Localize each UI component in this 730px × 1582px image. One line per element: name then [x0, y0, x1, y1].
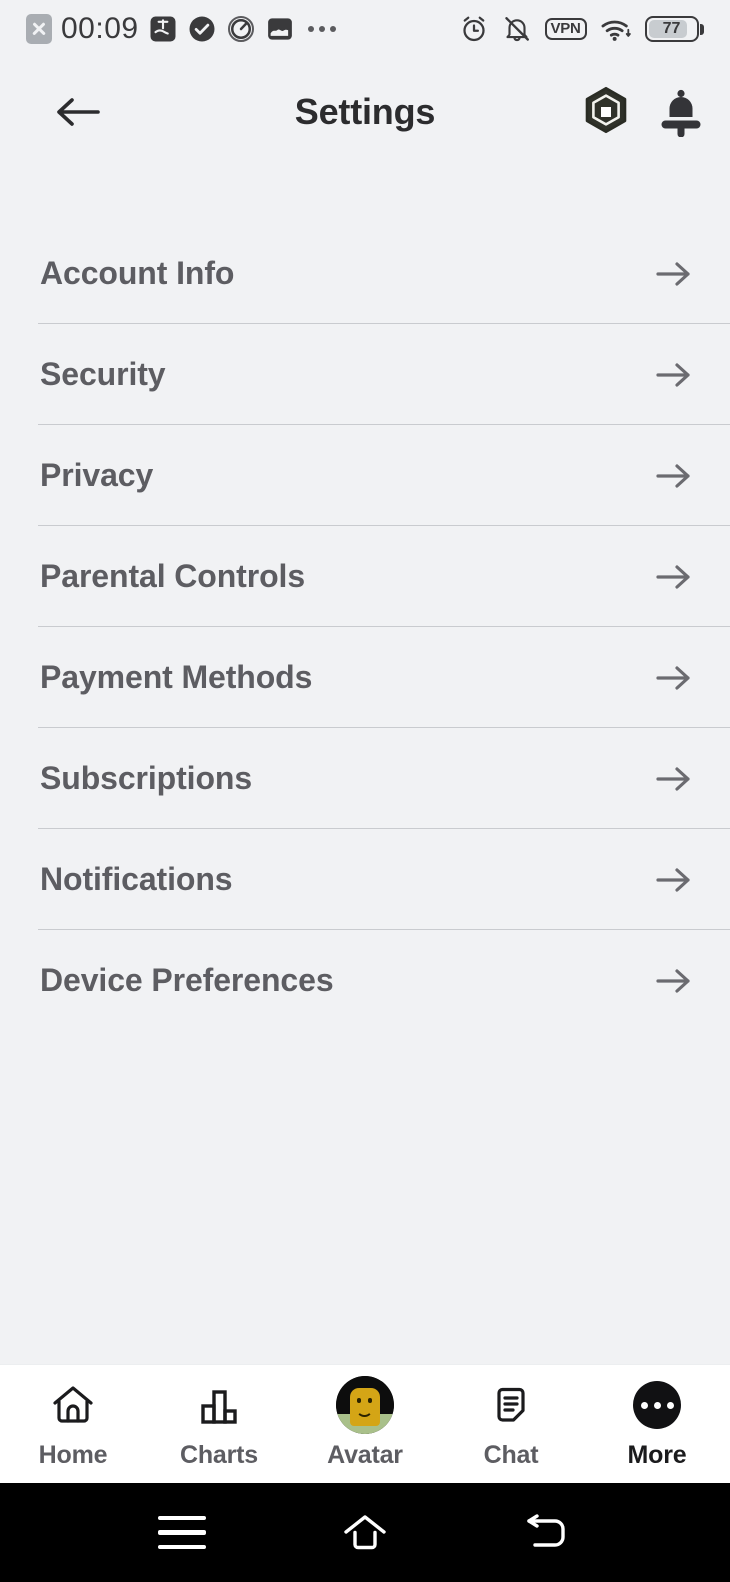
nav-item-more[interactable]: More [584, 1378, 730, 1470]
robux-button[interactable] [580, 86, 632, 138]
nav-item-label: More [627, 1441, 687, 1469]
nav-item-charts[interactable]: Charts [146, 1378, 292, 1470]
settings-row-label: Parental Controls [40, 558, 306, 594]
back-button[interactable] [50, 84, 106, 140]
bell-muted-icon [504, 17, 529, 42]
settings-row-label: Payment Methods [40, 659, 313, 695]
arrow-right-icon [656, 261, 690, 286]
android-system-nav [0, 1483, 730, 1582]
settings-row-privacy[interactable]: Privacy [0, 425, 730, 526]
vpn-badge: VPN [544, 18, 587, 40]
wifi-icon [601, 20, 631, 41]
sim-disabled-icon [26, 14, 52, 44]
settings-row-label: Account Info [40, 255, 235, 291]
bar-chart-icon [194, 1378, 244, 1432]
settings-row-label: Device Preferences [40, 962, 334, 998]
arrow-right-icon [656, 362, 690, 387]
header-actions [580, 86, 704, 138]
settings-row-security[interactable]: Security [0, 324, 730, 425]
avatar [336, 1376, 394, 1434]
more-dots-icon [633, 1378, 681, 1432]
robux-hexagon-icon [585, 86, 627, 134]
settings-row-label: Notifications [40, 861, 233, 897]
status-more-dots-icon [307, 26, 336, 32]
battery-icon: 77 [644, 16, 704, 42]
settings-list: Account Info Security Privacy Parental C… [0, 166, 730, 1364]
settings-row-notifications[interactable]: Notifications [0, 829, 730, 930]
photo-icon [267, 18, 292, 40]
home-outline-icon [344, 1514, 386, 1549]
avatar-icon [336, 1376, 394, 1434]
settings-row-account-info[interactable]: Account Info [0, 223, 730, 324]
nav-item-home[interactable]: Home [0, 1378, 146, 1470]
nav-item-label: Home [38, 1441, 108, 1469]
menu-icon [157, 1515, 206, 1550]
status-bar-left: 00:09 [26, 12, 336, 46]
arrow-right-icon [656, 665, 690, 690]
nav-item-label: Charts [180, 1441, 258, 1469]
arrow-right-icon [656, 463, 690, 488]
status-bar-time: 00:09 [61, 12, 139, 45]
bottom-navigation: Home Charts Avatar Chat More [0, 1364, 730, 1483]
arrow-right-icon [656, 968, 690, 993]
nav-item-chat[interactable]: Chat [438, 1378, 584, 1470]
alarm-clock-icon [462, 16, 485, 42]
back-button-system[interactable] [513, 1498, 583, 1568]
alipay-icon [150, 16, 176, 42]
settings-row-device-preferences[interactable]: Device Preferences [0, 930, 730, 1031]
status-bar: 00:09 VPN 77 [0, 0, 730, 58]
home-button[interactable] [330, 1498, 400, 1568]
settings-row-label: Subscriptions [40, 760, 253, 796]
app-header: Settings [0, 58, 730, 166]
bell-icon [661, 89, 701, 137]
settings-row-payment-methods[interactable]: Payment Methods [0, 627, 730, 728]
arrow-left-icon [57, 98, 100, 126]
settings-row-parental-controls[interactable]: Parental Controls [0, 526, 730, 627]
nav-item-label: Avatar [327, 1441, 403, 1469]
arrow-right-icon [656, 564, 690, 589]
settings-row-label: Security [40, 356, 166, 392]
arrow-right-icon [656, 766, 690, 791]
speedometer-icon [227, 15, 254, 43]
home-icon [48, 1378, 98, 1432]
recents-button[interactable] [147, 1498, 217, 1568]
notifications-button[interactable] [658, 87, 704, 137]
nav-item-label: Chat [483, 1441, 539, 1469]
back-arrow-icon [527, 1513, 566, 1547]
battery-level: 77 [662, 20, 681, 37]
settings-row-subscriptions[interactable]: Subscriptions [0, 728, 730, 829]
nav-item-avatar[interactable]: Avatar [292, 1376, 438, 1470]
check-circle-icon [189, 16, 215, 42]
phone-screen: 00:09 VPN 77 Settings Account Info Secur… [0, 0, 730, 1582]
status-bar-right: VPN 77 [459, 14, 704, 44]
arrow-right-icon [656, 867, 690, 892]
settings-row-label: Privacy [40, 457, 154, 493]
chat-document-icon [486, 1378, 536, 1432]
